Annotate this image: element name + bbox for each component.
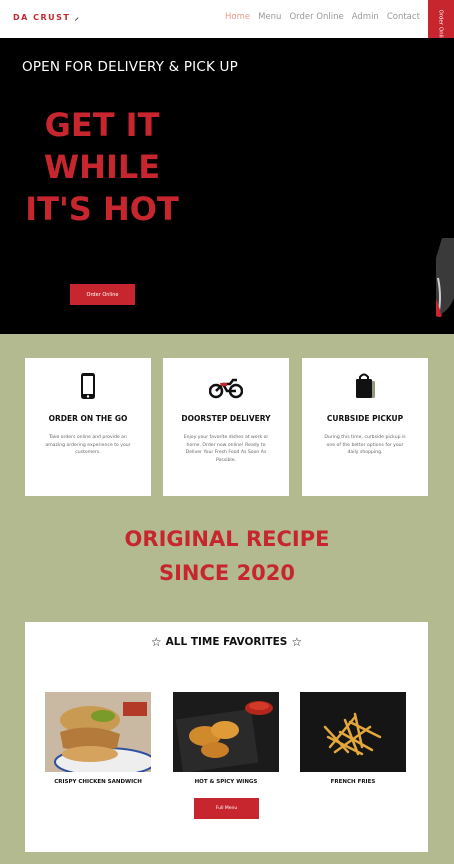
phone-icon bbox=[81, 373, 95, 399]
features-section: ORDER ON THE GO Take orders online and p… bbox=[25, 358, 428, 496]
nav-order-online[interactable]: Order Online bbox=[289, 12, 343, 22]
hero-section: OPEN FOR DELIVERY & PICK UP GET IT WHILE… bbox=[0, 38, 454, 334]
feature-title: ORDER ON THE GO bbox=[48, 414, 128, 423]
feature-card: DOORSTEP DELIVERY Enjoy your favorite di… bbox=[163, 358, 289, 496]
favorite-item[interactable]: HOT & SPICY WINGS bbox=[173, 692, 279, 785]
nav-admin[interactable]: Admin bbox=[352, 12, 379, 22]
motorcycle-icon bbox=[209, 378, 243, 399]
site-header: DA CRUST ⸝ Home Menu Order Online Admin … bbox=[0, 0, 454, 54]
pizza-cutter-icon: ⸝ bbox=[70, 13, 81, 22]
french-fries-image bbox=[300, 692, 406, 772]
nav-menu[interactable]: Menu bbox=[258, 12, 281, 22]
feature-text: Enjoy your favorite dishes at work or ho… bbox=[183, 435, 269, 463]
feature-text: Take orders online and provide an amazin… bbox=[45, 435, 131, 455]
favorite-item[interactable]: FRENCH FRIES bbox=[300, 692, 406, 785]
favorites-title: ☆ ALL TIME FAVORITES ☆ bbox=[150, 635, 303, 649]
feature-card: ORDER ON THE GO Take orders online and p… bbox=[25, 358, 151, 496]
star-icon: ☆ bbox=[150, 635, 162, 649]
chicken-sandwich-image bbox=[45, 692, 156, 777]
knife-image bbox=[436, 238, 454, 317]
bag-icon bbox=[356, 373, 375, 398]
star-icon: ☆ bbox=[291, 635, 303, 649]
main-nav: Home Menu Order Online Admin Contact bbox=[225, 12, 420, 22]
favorites-section: ☆ ALL TIME FAVORITES ☆ CRISPY CHICKEN SA… bbox=[25, 622, 428, 852]
favorite-name: CRISPY CHICKEN SANDWICH bbox=[54, 779, 142, 785]
recipe-heading: ORIGINAL RECIPE SINCE 2020 bbox=[124, 527, 330, 585]
full-menu-button[interactable]: Full Menu bbox=[194, 798, 259, 819]
favorite-item[interactable]: CRISPY CHICKEN SANDWICH bbox=[45, 692, 156, 785]
hero-order-button[interactable]: Order Online bbox=[70, 284, 135, 305]
logo[interactable]: DA CRUST ⸝ bbox=[13, 12, 80, 23]
hero-subtitle: OPEN FOR DELIVERY & PICK UP bbox=[22, 59, 238, 75]
nav-home[interactable]: Home bbox=[225, 12, 250, 22]
feature-text: During this time, curbside pickup is one… bbox=[324, 435, 406, 455]
favorite-name: FRENCH FRIES bbox=[330, 779, 376, 785]
favorite-name: HOT & SPICY WINGS bbox=[194, 779, 258, 785]
hero-title: GET IT WHILE IT'S HOT bbox=[25, 106, 179, 228]
spicy-wings-image bbox=[173, 692, 279, 774]
nav-contact[interactable]: Contact bbox=[387, 12, 420, 22]
feature-title: DOORSTEP DELIVERY bbox=[181, 414, 271, 423]
feature-title: CURBSIDE PICKUP bbox=[326, 414, 404, 423]
feature-card: CURBSIDE PICKUP During this time, curbsi… bbox=[302, 358, 428, 496]
